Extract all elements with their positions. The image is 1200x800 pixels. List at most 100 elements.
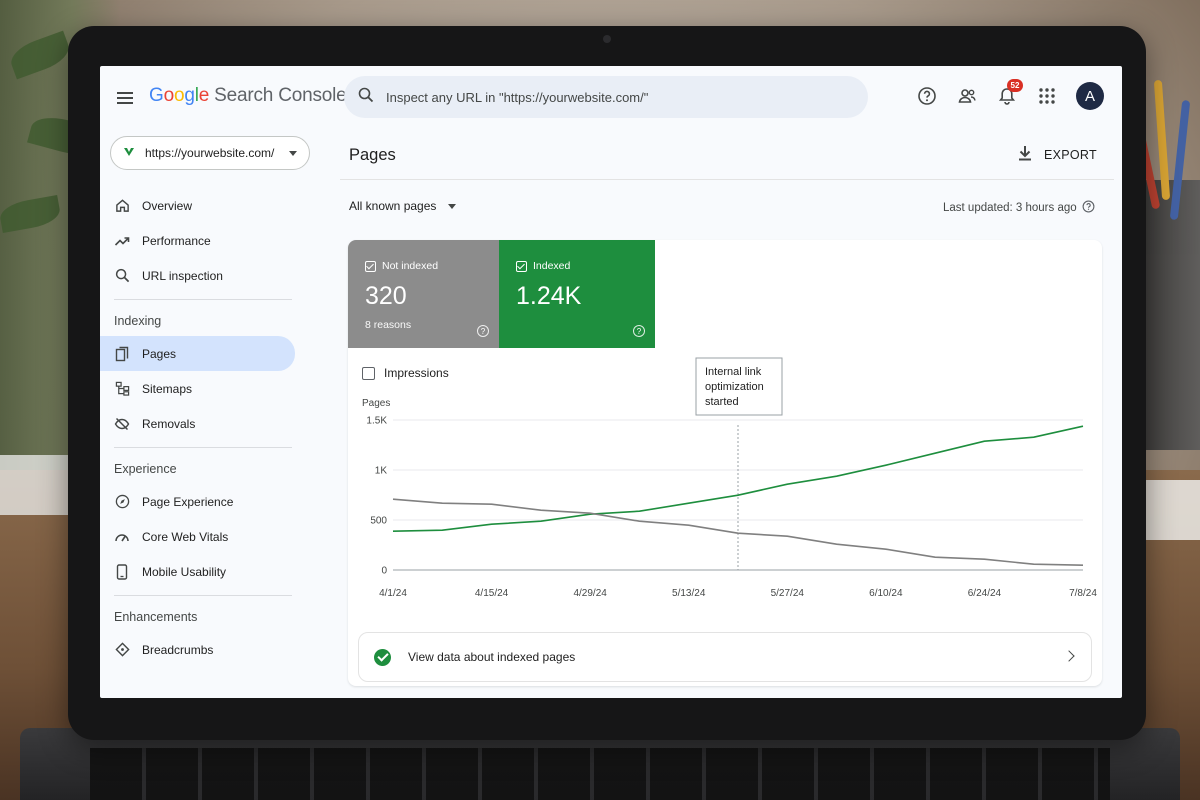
page-filter-dropdown[interactable]: All known pages xyxy=(349,199,457,213)
x-tick-label: 4/1/24 xyxy=(379,588,407,599)
y-tick-label: 1K xyxy=(375,466,388,477)
pages-chart: Pages 0 500 1K 1.5K 4/1/24 4/15/24 4/29/24 5/13/… xyxy=(362,357,1097,599)
x-tick-label: 4/15/24 xyxy=(475,588,509,599)
annotation-text: Internal link xyxy=(705,366,762,378)
property-selector[interactable]: https://yourwebsite.com/ xyxy=(110,136,310,170)
speed-icon xyxy=(114,529,130,545)
y-tick-label: 500 xyxy=(370,516,387,527)
sidebar-item-label: Removals xyxy=(142,416,196,431)
sidebar-item-label: Breadcrumbs xyxy=(142,642,214,657)
divider xyxy=(340,179,1114,180)
pages-icon xyxy=(114,346,130,362)
tile-label: Not indexed xyxy=(382,260,439,272)
property-favicon-icon xyxy=(123,146,135,161)
sidebar-item-removals[interactable]: Removals xyxy=(100,406,300,441)
y-axis-label: Pages xyxy=(362,398,390,409)
view-indexed-pages-link[interactable]: View data about indexed pages xyxy=(358,632,1092,682)
sidebar-item-label: Pages xyxy=(142,346,177,361)
checkbox-icon xyxy=(362,366,375,380)
view-link-label: View data about indexed pages xyxy=(408,650,576,664)
sidebar-item-label: Performance xyxy=(142,233,211,248)
menu-icon[interactable] xyxy=(114,87,136,109)
url-inspection-search[interactable] xyxy=(344,76,868,118)
tile-value: 1.24K xyxy=(516,282,582,310)
help-icon[interactable]: ? xyxy=(477,325,489,337)
annotation-text: started xyxy=(705,396,739,408)
removals-icon xyxy=(114,416,130,432)
phone-icon xyxy=(114,563,130,580)
sidebar-item-performance[interactable]: Performance xyxy=(100,223,300,258)
section-heading-enhancements: Enhancements xyxy=(114,610,198,624)
help-icon[interactable]: ? xyxy=(633,325,645,337)
not-indexed-tile[interactable]: Not indexed 320 8 reasons ? xyxy=(348,240,499,348)
compass-icon xyxy=(114,494,130,510)
x-tick-label: 4/29/24 xyxy=(573,588,607,599)
filter-label: All known pages xyxy=(349,199,437,213)
search-icon xyxy=(358,87,374,108)
annotation-text: optimization xyxy=(705,381,764,393)
paper-stack xyxy=(0,455,70,515)
tile-label: Indexed xyxy=(533,260,571,272)
export-label: EXPORT xyxy=(1044,147,1097,162)
tile-value: 320 xyxy=(365,282,407,310)
sidebar-item-label: URL inspection xyxy=(142,268,223,283)
chevron-down-icon xyxy=(448,203,457,209)
notification-badge: 52 xyxy=(1007,79,1023,92)
last-updated-text: Last updated: 3 hours ago xyxy=(943,202,1077,214)
impressions-toggle[interactable]: Impressions xyxy=(362,366,449,380)
sidebar-item-label: Sitemaps xyxy=(142,381,193,396)
sidebar-item-label: Mobile Usability xyxy=(142,564,227,579)
sidebar-item-page-experience[interactable]: Page Experience xyxy=(100,484,300,519)
pages-report-card: Not indexed 320 8 reasons ? Indexed 1.24… xyxy=(348,240,1102,686)
y-tick-label: 1.5K xyxy=(366,416,387,427)
sidebar-item-label: Page Experience xyxy=(142,494,234,509)
search-console-logo[interactable]: Google Search Console xyxy=(149,85,347,107)
impressions-label: Impressions xyxy=(384,366,449,380)
x-tick-label: 7/8/24 xyxy=(1069,588,1097,599)
top-app-bar: GoogleSearch Console 52 A xyxy=(100,66,1122,130)
paper-stack xyxy=(1140,480,1200,540)
y-tick-label: 0 xyxy=(381,566,387,577)
sidebar-item-label: Overview xyxy=(142,198,193,213)
download-icon xyxy=(1018,145,1032,164)
sidebar-item-pages[interactable]: Pages xyxy=(100,336,295,371)
page-title: Pages xyxy=(349,146,396,164)
sidebar-item-overview[interactable]: Overview xyxy=(100,188,300,223)
avatar[interactable]: A xyxy=(1076,82,1104,110)
sidebar-item-mobile-usability[interactable]: Mobile Usability xyxy=(100,554,300,589)
sidebar-item-sitemaps[interactable]: Sitemaps xyxy=(100,371,300,406)
sidebar-nav: Overview Performance URL inspection Inde… xyxy=(100,188,300,667)
checkbox-checked-icon xyxy=(365,260,376,272)
bell-icon[interactable]: 52 xyxy=(996,79,1023,107)
sitemap-icon xyxy=(114,381,130,397)
checkbox-checked-icon xyxy=(516,260,527,272)
screen: GoogleSearch Console 52 A xyxy=(100,66,1122,698)
chevron-right-icon xyxy=(1063,650,1075,662)
x-tick-label: 5/27/24 xyxy=(771,588,805,599)
indexed-tile[interactable]: Indexed 1.24K ? xyxy=(499,240,655,348)
sidebar-item-url-inspection[interactable]: URL inspection xyxy=(100,258,300,293)
x-tick-label: 5/13/24 xyxy=(672,588,706,599)
people-icon[interactable] xyxy=(956,85,978,107)
help-icon[interactable] xyxy=(916,85,938,107)
section-heading-experience: Experience xyxy=(114,462,177,476)
help-icon[interactable] xyxy=(1082,200,1095,216)
x-tick-label: 6/10/24 xyxy=(869,588,903,599)
search-icon xyxy=(114,268,130,284)
home-icon xyxy=(114,198,130,214)
trending-up-icon xyxy=(114,233,130,249)
section-heading-indexing: Indexing xyxy=(114,314,162,328)
property-url: https://yourwebsite.com/ xyxy=(145,146,275,160)
sidebar-item-label: Core Web Vitals xyxy=(142,529,229,544)
export-button[interactable]: EXPORT xyxy=(1018,145,1097,164)
check-circle-icon xyxy=(374,648,391,666)
diamond-icon xyxy=(114,642,130,658)
sidebar-item-core-web-vitals[interactable]: Core Web Vitals xyxy=(100,519,300,554)
sidebar-item-breadcrumbs[interactable]: Breadcrumbs xyxy=(100,632,300,667)
chevron-down-icon xyxy=(289,150,297,156)
x-tick-label: 6/24/24 xyxy=(968,588,1002,599)
search-input[interactable] xyxy=(386,89,856,105)
webcam xyxy=(603,35,611,43)
last-updated: Last updated: 3 hours ago xyxy=(943,200,1095,216)
apps-grid-icon[interactable] xyxy=(1036,85,1058,107)
